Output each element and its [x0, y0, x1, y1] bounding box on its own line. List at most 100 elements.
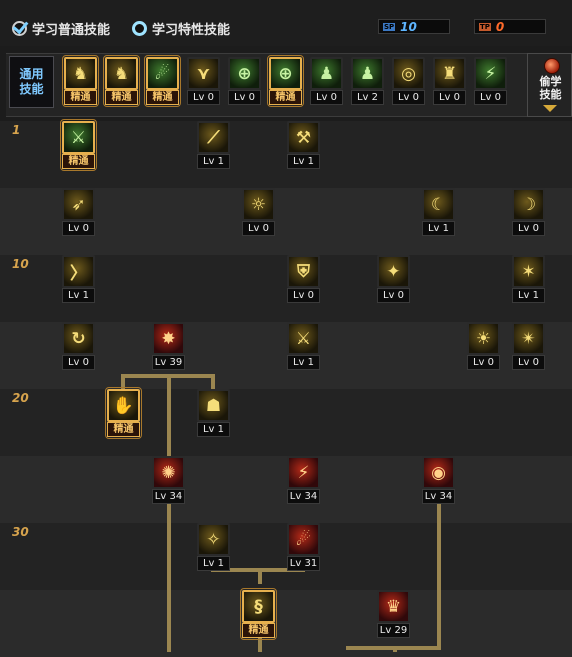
skill-slot[interactable]: ✋ 精通	[105, 387, 142, 439]
skill-slot[interactable]: § 精通	[240, 588, 277, 640]
sp-counter: SP 10	[378, 19, 450, 34]
skill-slot[interactable]: ↻ Lv 0	[62, 322, 95, 370]
skill-slot[interactable]: ♛ Lv 29	[377, 590, 410, 638]
tumble-figure-icon: ✦	[377, 255, 410, 288]
skill-slot[interactable]: ◉ Lv 34	[422, 456, 455, 504]
skill-level-label: 精通	[146, 90, 179, 105]
demon-mask-icon: ♛	[377, 590, 410, 623]
multi-blade-icon: ✴	[512, 322, 545, 355]
common-skill-slot[interactable]: ⋎ Lv 0	[187, 57, 220, 105]
skill-level-label: Lv 31	[287, 556, 320, 571]
common-skill-slot[interactable]: ♞ 精通	[103, 55, 140, 107]
skill-level-label: Lv 0	[287, 288, 320, 303]
mallet-icon: ⚒	[287, 121, 320, 154]
tp-value: 0	[495, 19, 505, 34]
common-skill-slot[interactable]: ♜ Lv 0	[433, 57, 466, 105]
skill-level-label: Lv 34	[287, 489, 320, 504]
skill-level-label: Lv 1	[512, 288, 545, 303]
skill-slot[interactable]: ⚔ 精通	[60, 119, 97, 171]
common-skill-slot[interactable]: ◎ Lv 0	[392, 57, 425, 105]
tree-connector	[437, 502, 441, 650]
skill-slot[interactable]: ⛨ Lv 0	[287, 255, 320, 303]
common-skill-slot[interactable]: ⊕ Lv 0	[228, 57, 261, 105]
common-skills-title: 通用 技能	[9, 56, 54, 108]
top-bar: 学习普通技能 学习特性技能 SP 10 TP 0	[0, 0, 572, 46]
common-skill-slot[interactable]: ♟ Lv 0	[310, 57, 343, 105]
skill-level-label: Lv 0	[228, 90, 261, 105]
steal-skill-button[interactable]: 偷学 技能	[527, 53, 572, 117]
skill-level-label: 精通	[269, 90, 302, 105]
skill-slot[interactable]: ✴ Lv 0	[512, 322, 545, 370]
skill-level-label: Lv 1	[197, 556, 230, 571]
skill-slot[interactable]: ☗ Lv 1	[197, 389, 230, 437]
skill-level-label: Lv 34	[152, 489, 185, 504]
common-skill-slot[interactable]: ♞ 精通	[62, 55, 99, 107]
level-row	[0, 523, 572, 590]
skill-slot[interactable]: ⚡ Lv 34	[287, 456, 320, 504]
common-skill-slot[interactable]: ♟ Lv 2	[351, 57, 384, 105]
skill-slot[interactable]: ☾ Lv 1	[422, 188, 455, 236]
skill-level-label: 精通	[105, 90, 138, 105]
checkbox-checked-icon[interactable]	[12, 20, 27, 36]
skill-level-label: 精通	[62, 154, 95, 169]
skill-slot[interactable]: ✸ Lv 39	[152, 322, 185, 370]
sp-tag: SP	[383, 22, 396, 31]
skill-slot[interactable]: ✦ Lv 0	[377, 255, 410, 303]
burst-slash-icon: ✶	[512, 255, 545, 288]
vortex-icon: ◎	[392, 57, 425, 90]
dash-figure-icon: ☄	[146, 57, 179, 90]
skill-level-label: Lv 1	[62, 288, 95, 303]
skill-level-label: Lv 0	[467, 355, 500, 370]
tab-trait-skills[interactable]: 学习特性技能	[132, 15, 230, 41]
skill-slot[interactable]: ✧ Lv 1	[197, 523, 230, 571]
level-row	[0, 590, 572, 657]
level-marker: 30	[12, 525, 29, 539]
skill-level-label: Lv 0	[62, 221, 95, 236]
skill-level-label: Lv 0	[242, 221, 275, 236]
common-skill-slot[interactable]: ⊕ 精通	[267, 55, 304, 107]
light-burst-icon: ✧	[197, 523, 230, 556]
tab-common-skills[interactable]: 学习普通技能	[12, 15, 110, 41]
crosshair-icon: ⊕	[228, 57, 261, 90]
skill-slot[interactable]: ➶ Lv 0	[62, 188, 95, 236]
skill-level-label: Lv 0	[62, 355, 95, 370]
skill-slot[interactable]: ⚔ Lv 1	[287, 322, 320, 370]
flame-claw-icon: ✸	[152, 322, 185, 355]
radio-icon[interactable]	[132, 20, 147, 36]
tree-connector	[393, 646, 397, 652]
skill-level-label: Lv 2	[351, 90, 384, 105]
skill-level-label: Lv 0	[474, 90, 507, 105]
skill-level-label: 精通	[242, 623, 275, 638]
skill-slot[interactable]: ☽ Lv 0	[512, 188, 545, 236]
skill-level-label: Lv 1	[197, 154, 230, 169]
chevron-down-icon	[543, 105, 557, 112]
skill-level-label: Lv 0	[187, 90, 220, 105]
skill-slot[interactable]: ⟋ Lv 1	[197, 121, 230, 169]
spiral-icon: §	[242, 590, 275, 623]
tp-counter: TP 0	[474, 19, 546, 34]
skill-slot[interactable]: ☼ Lv 0	[242, 188, 275, 236]
skill-slot[interactable]: ✶ Lv 1	[512, 255, 545, 303]
claw-strike-icon: ⚡	[287, 456, 320, 489]
skill-level-label: Lv 34	[422, 489, 455, 504]
skill-slot[interactable]: ✺ Lv 34	[152, 456, 185, 504]
skill-level-label: Lv 1	[287, 355, 320, 370]
skill-slot[interactable]: ☄ Lv 31	[287, 523, 320, 571]
common-skill-slot[interactable]: ⚡ Lv 0	[474, 57, 507, 105]
skill-level-label: Lv 39	[152, 355, 185, 370]
dragon-icon: ☾	[422, 188, 455, 221]
eye-seal-icon: ◉	[422, 456, 455, 489]
common-skill-slot[interactable]: ☄ 精通	[144, 55, 181, 107]
skill-slot[interactable]: 〉 Lv 1	[62, 255, 95, 303]
skill-level-label: Lv 1	[287, 154, 320, 169]
skill-level-label: Lv 0	[512, 221, 545, 236]
skill-slot[interactable]: ☀ Lv 0	[467, 322, 500, 370]
level-row	[0, 389, 572, 456]
shield-icon: ⛨	[287, 255, 320, 288]
tree-connector	[121, 374, 125, 390]
tree-connector	[211, 374, 215, 390]
kunai-icon: ⟋	[197, 121, 230, 154]
running-figure-icon: ♞	[105, 57, 138, 90]
sprint-figure-icon: ➶	[62, 188, 95, 221]
skill-slot[interactable]: ⚒ Lv 1	[287, 121, 320, 169]
